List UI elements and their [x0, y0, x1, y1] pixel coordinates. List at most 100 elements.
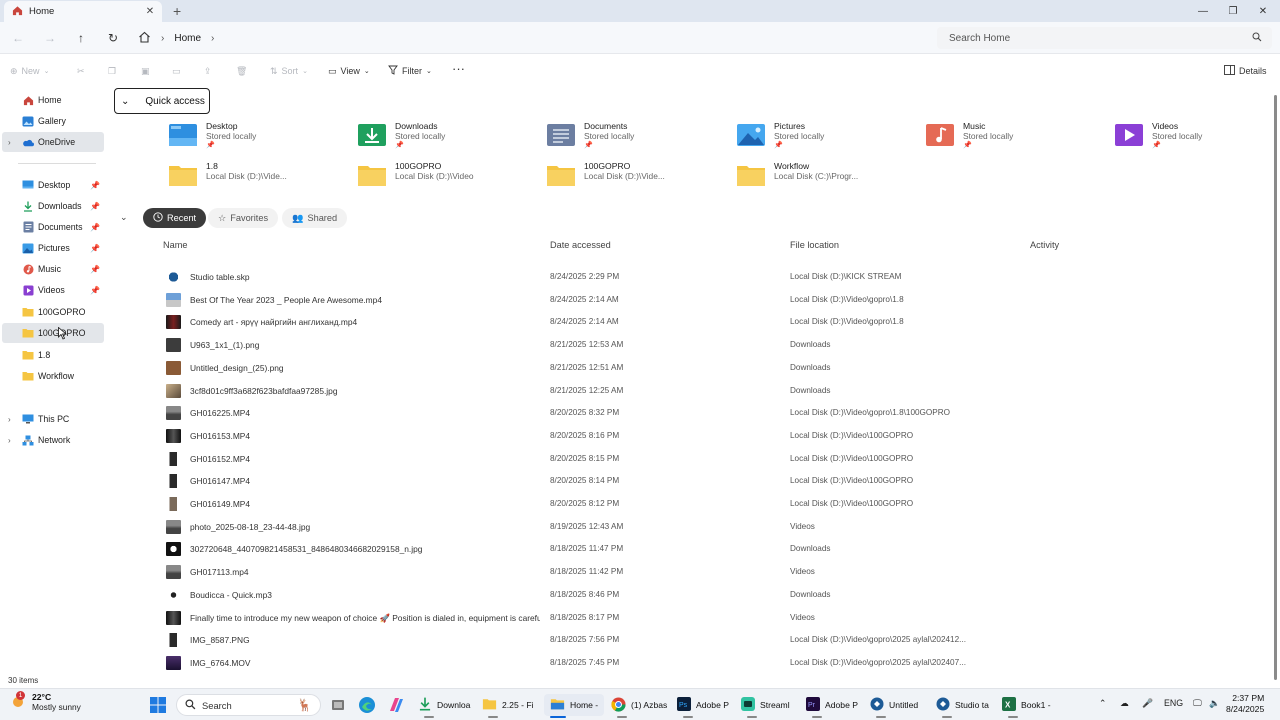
taskbar-app-sketchup-2[interactable]: Studio ta	[936, 694, 989, 718]
edge-icon[interactable]	[358, 696, 376, 716]
table-row[interactable]: Untitled_design_(25).png 8/21/2025 12:51 …	[160, 357, 1260, 379]
up-button[interactable]: ↑	[72, 30, 90, 46]
table-row[interactable]: GH016153.MP4 8/20/2025 8:16 PM Local Disk …	[160, 425, 1260, 447]
chevron-right-icon[interactable]: ›	[8, 138, 11, 147]
table-row[interactable]: IMG_6764.MOV 8/18/2025 7:45 PM Local Disk …	[160, 652, 1260, 674]
sidebar-item-documents[interactable]: Documents 📌	[2, 217, 104, 237]
taskbar-app-excel[interactable]: X Book1 -	[1002, 694, 1051, 718]
table-row[interactable]: Finally time to introduce my new weapon …	[160, 607, 1260, 629]
sort-button[interactable]: ⇅ Sort ⌄	[270, 64, 308, 78]
minimize-button[interactable]: —	[1188, 0, 1218, 22]
monitor-icon[interactable]: 🖵	[1193, 698, 1201, 709]
maximize-button[interactable]: ❐	[1218, 0, 1248, 22]
sidebar-item-home[interactable]: Home	[2, 90, 104, 110]
quick-access-tile-desktop[interactable]: Desktop Stored locally 📌	[168, 121, 348, 153]
table-row[interactable]: IMG_8587.PNG 8/18/2025 7:56 PM Local Disk …	[160, 629, 1260, 651]
quick-access-header[interactable]: ⌄ Quick access	[114, 88, 210, 114]
table-row[interactable]: 302720648_440709821458531_84864803466820…	[160, 538, 1260, 560]
table-row[interactable]: GH016225.MP4 8/20/2025 8:32 PM Local Disk …	[160, 402, 1260, 424]
system-clock[interactable]: 2:37 PM 8/24/2025	[1226, 693, 1264, 715]
table-row[interactable]: Studio table.skp 8/24/2025 2:29 PM Local D…	[160, 266, 1260, 288]
sidebar-item-100gopro[interactable]: 100GOPRO	[2, 302, 104, 322]
table-row[interactable]: GH017113.mp4 8/18/2025 11:42 PM Videos	[160, 561, 1260, 583]
column-header-location[interactable]: File location	[790, 240, 839, 250]
windows-start-icon[interactable]	[150, 697, 166, 715]
language-indicator[interactable]: ENG	[1164, 698, 1183, 708]
search-input[interactable]: Search Home	[937, 27, 1272, 49]
column-header-name[interactable]: Name	[163, 240, 188, 250]
table-row[interactable]: Best Of The Year 2023 _ People Are Aweso…	[160, 289, 1260, 311]
filter-button[interactable]: Filter ⌄	[388, 64, 432, 78]
view-button[interactable]: ▭ View ⌄	[328, 64, 370, 78]
speaker-icon[interactable]: 🔈	[1209, 698, 1220, 709]
sidebar-item-workflow[interactable]: Workflow	[2, 366, 104, 386]
microphone-icon[interactable]: 🎤	[1142, 698, 1153, 709]
task-view-icon[interactable]	[330, 697, 346, 715]
table-row[interactable]: Comedy art - ярүү найргийн англиханд.mp4…	[160, 311, 1260, 333]
table-row[interactable]: Boudicca - Quick.mp3 8/18/2025 8:46 PM Dow…	[160, 584, 1260, 606]
quick-access-tile-100gopro[interactable]: 100GOPRO Local Disk (D:)\Video	[357, 161, 537, 193]
sidebar-item-1-8[interactable]: 1.8	[2, 345, 104, 365]
taskbar-app-chrome[interactable]: (1) Azbas	[611, 694, 667, 718]
copilot-icon[interactable]	[387, 696, 405, 716]
close-window-button[interactable]: ✕	[1248, 0, 1278, 22]
vertical-scrollbar[interactable]	[1274, 95, 1277, 680]
chevron-up-icon[interactable]: ⌃	[1099, 698, 1106, 709]
new-tab-button[interactable]: +	[173, 3, 181, 19]
quick-access-tile-downloads[interactable]: Downloads Stored locally 📌	[357, 121, 537, 153]
sidebar-item-gallery[interactable]: Gallery	[2, 111, 104, 131]
tab-close-icon[interactable]: ✕	[143, 6, 157, 17]
chevron-right-icon[interactable]: ›	[8, 415, 11, 424]
quick-access-tile-100gopro-2[interactable]: 100GOPRO Local Disk (D:)\Vide...	[546, 161, 726, 193]
taskbar-app-downloads[interactable]: Downloa	[418, 694, 470, 718]
new-button[interactable]: ⊕ New ⌄	[10, 64, 49, 78]
sidebar-item-network[interactable]: › Network	[2, 430, 104, 450]
breadcrumb-separator[interactable]: ›	[211, 33, 214, 44]
table-row[interactable]: GH016152.MP4 8/20/2025 8:15 PM Local Disk …	[160, 448, 1260, 470]
quick-access-tile-pictures[interactable]: Pictures Stored locally 📌	[736, 121, 916, 153]
sidebar-item-100gopro-2[interactable]: 100GOPRO	[2, 323, 104, 343]
sidebar-item-videos[interactable]: Videos 📌	[2, 280, 104, 300]
taskbar-app-premiere[interactable]: Pr Adobe P	[806, 694, 858, 718]
table-row[interactable]: U963_1x1_(1).png 8/21/2025 12:53 AM Downlo…	[160, 334, 1260, 356]
quick-access-tile-music[interactable]: Music Stored locally 📌	[925, 121, 1105, 153]
sidebar-item-onedrive[interactable]: › OneDrive	[2, 132, 104, 152]
taskbar-app-photoshop[interactable]: Ps Adobe P	[677, 694, 729, 718]
taskbar-app-explorer[interactable]: Home -	[544, 694, 605, 718]
taskbar-app-streamlabs[interactable]: Streaml	[741, 694, 790, 718]
paste-icon[interactable]: ▣	[141, 64, 150, 78]
share-icon[interactable]: ⇪	[204, 64, 212, 78]
quick-access-tile-documents[interactable]: Documents Stored locally 📌	[546, 121, 726, 153]
weather-widget[interactable]: 1 22°C Mostly sunny	[10, 691, 81, 712]
sidebar-item-music[interactable]: Music 📌	[2, 259, 104, 279]
chevron-right-icon[interactable]: ›	[8, 436, 11, 445]
tab-home[interactable]: Home ✕	[4, 1, 162, 22]
table-row[interactable]: photo_2025-08-18_23-44-48.jpg 8/19/2025 1…	[160, 516, 1260, 538]
forward-button[interactable]: →	[41, 30, 59, 46]
breadcrumb-home[interactable]: Home	[174, 33, 201, 44]
refresh-button[interactable]: ↻	[104, 30, 122, 46]
sidebar-item-downloads[interactable]: Downloads 📌	[2, 196, 104, 216]
quick-access-tile-workflow[interactable]: Workflow Local Disk (C:)\Progr...	[736, 161, 916, 193]
sidebar-item-pictures[interactable]: Pictures 📌	[2, 238, 104, 258]
tab-shared[interactable]: 👥 Shared	[282, 208, 348, 228]
taskbar-search[interactable]: Search 🦌	[176, 694, 321, 716]
tab-recent[interactable]: Recent	[143, 208, 207, 228]
column-header-activity[interactable]: Activity	[1030, 240, 1059, 250]
details-button[interactable]: Details	[1224, 64, 1267, 78]
sidebar-item-this-pc[interactable]: › This PC	[2, 409, 104, 429]
table-row[interactable]: GH016149.MP4 8/20/2025 8:12 PM Local Disk …	[160, 493, 1260, 515]
chevron-down-icon[interactable]: ⌄	[120, 212, 128, 223]
rename-icon[interactable]: ▭	[172, 64, 181, 78]
quick-access-tile-videos[interactable]: Videos Stored locally 📌	[1114, 121, 1280, 153]
tab-favorites[interactable]: ☆ Favorites	[208, 208, 279, 228]
onedrive-off-icon[interactable]: ☁	[1120, 698, 1129, 709]
quick-access-tile-1-8[interactable]: 1.8 Local Disk (D:)\Vide...	[168, 161, 348, 193]
table-row[interactable]: 3cf8d01c9ff3a682f623bafdfaa97285.jpg 8/21…	[160, 380, 1260, 402]
cut-icon[interactable]: ✂	[77, 64, 85, 78]
sidebar-item-desktop[interactable]: Desktop 📌	[2, 175, 104, 195]
breadcrumb[interactable]: › Home ›	[138, 28, 214, 48]
delete-icon[interactable]: 🗑	[236, 64, 247, 78]
column-header-date[interactable]: Date accessed	[550, 240, 611, 250]
more-options-button[interactable]: ···	[452, 61, 465, 76]
